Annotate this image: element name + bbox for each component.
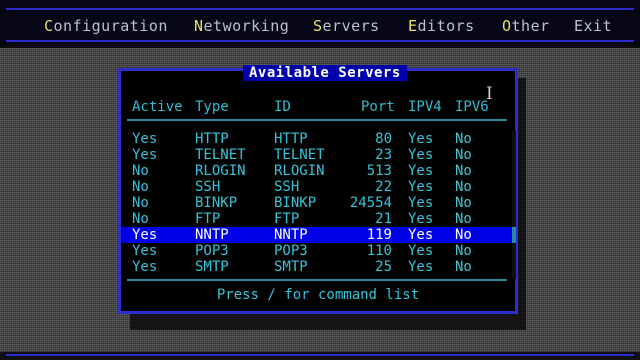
server-row-binkp[interactable]: No BINKP BINKP 24554 Yes No	[121, 195, 513, 211]
text-cursor-icon: I	[486, 84, 493, 104]
cell-port: 110	[366, 243, 392, 259]
cell-port: 513	[366, 163, 392, 179]
menu-label: Exit	[574, 17, 613, 35]
cell-type: SSH	[195, 179, 221, 195]
cell-id: SMTP	[274, 259, 308, 275]
cell-type: RLOGIN	[195, 163, 246, 179]
column-header-ipv4: IPV4	[408, 99, 442, 115]
bottom-rule	[0, 352, 640, 360]
cell-ipv6: No	[455, 259, 472, 275]
cell-id: FTP	[274, 211, 300, 227]
cell-port: 80	[375, 131, 392, 147]
scrollbar-thumb[interactable]	[512, 227, 516, 243]
cell-ipv6: No	[455, 195, 472, 211]
cell-active: No	[132, 211, 149, 227]
server-row-http[interactable]: Yes HTTP HTTP 80 Yes No	[121, 131, 513, 147]
cell-ipv4: Yes	[408, 259, 434, 275]
cell-id: HTTP	[274, 131, 308, 147]
cell-type: HTTP	[195, 131, 229, 147]
menu-other[interactable]: Other	[502, 17, 550, 35]
cell-ipv6: No	[455, 243, 472, 259]
cell-ipv4: Yes	[408, 131, 434, 147]
cell-type: POP3	[195, 243, 229, 259]
server-row-smtp[interactable]: Yes SMTP SMTP 25 Yes No	[121, 259, 513, 275]
server-row-telnet[interactable]: Yes TELNET TELNET 23 Yes No	[121, 147, 513, 163]
cell-ipv4: Yes	[408, 227, 434, 243]
cell-port: 23	[375, 147, 392, 163]
cell-ipv6: No	[455, 211, 472, 227]
cell-type: TELNET	[195, 147, 246, 163]
cell-ipv6: No	[455, 227, 472, 243]
cell-port: 25	[375, 259, 392, 275]
footer-separator	[127, 279, 507, 281]
dialog-title: Available Servers	[243, 65, 407, 81]
cell-type: NNTP	[195, 227, 229, 243]
cell-active: No	[132, 163, 149, 179]
cell-ipv4: Yes	[408, 243, 434, 259]
cell-ipv4: Yes	[408, 163, 434, 179]
cell-active: Yes	[132, 259, 158, 275]
cell-active: Yes	[132, 131, 158, 147]
cell-active: No	[132, 195, 149, 211]
cell-type: SMTP	[195, 259, 229, 275]
cell-active: No	[132, 179, 149, 195]
command-hint: Press / for command list	[216, 287, 420, 303]
cell-ipv4: Yes	[408, 147, 434, 163]
scrollbar-track[interactable]	[512, 131, 516, 279]
cell-id: NNTP	[274, 227, 308, 243]
menu-configuration[interactable]: Configuration	[44, 17, 168, 35]
server-row-ssh[interactable]: No SSH SSH 22 Yes No	[121, 179, 513, 195]
cell-id: RLOGIN	[274, 163, 325, 179]
cell-ipv6: No	[455, 163, 472, 179]
cell-id: POP3	[274, 243, 308, 259]
menu-label: onfiguration	[53, 17, 168, 35]
menu-hotkey: S	[313, 17, 323, 35]
server-row-rlogin[interactable]: No RLOGIN RLOGIN 513 Yes No	[121, 163, 513, 179]
column-header-port: Port	[361, 99, 395, 115]
cell-id: SSH	[274, 179, 300, 195]
cell-type: FTP	[195, 211, 221, 227]
menu-bar: Configuration Networking Servers Editors…	[0, 0, 640, 44]
cell-active: Yes	[132, 227, 158, 243]
menu-hotkey: N	[194, 17, 204, 35]
cell-port: 24554	[349, 195, 392, 211]
menu-label: ther	[511, 17, 550, 35]
cell-ipv4: Yes	[408, 195, 434, 211]
menu-exit[interactable]: Exit	[574, 17, 612, 35]
menu-hotkey: O	[502, 17, 512, 35]
cell-port: 22	[375, 179, 392, 195]
server-row-pop3[interactable]: Yes POP3 POP3 110 Yes No	[121, 243, 513, 259]
column-header-id: ID	[274, 99, 291, 115]
column-header-ipv6: IPV6	[455, 99, 489, 115]
cell-ipv6: No	[455, 147, 472, 163]
cell-active: Yes	[132, 243, 158, 259]
menu-label: etworking	[203, 17, 290, 35]
cell-port: 119	[366, 227, 392, 243]
cell-port: 21	[375, 211, 392, 227]
menu-label: ervers	[322, 17, 380, 35]
menu-hotkey: E	[408, 17, 418, 35]
menu-label: ditors	[417, 17, 475, 35]
cell-ipv6: No	[455, 131, 472, 147]
cell-ipv6: No	[455, 179, 472, 195]
cell-ipv4: Yes	[408, 179, 434, 195]
column-header-type: Type	[195, 99, 229, 115]
available-servers-dialog: Available Servers Active Type ID Port IP…	[118, 65, 518, 314]
server-row-ftp[interactable]: No FTP FTP 21 Yes No	[121, 211, 513, 227]
header-separator	[127, 119, 507, 121]
cell-ipv4: Yes	[408, 211, 434, 227]
menu-bottom-rule	[6, 40, 634, 42]
cell-type: BINKP	[195, 195, 238, 211]
server-row-nntp[interactable]: Yes NNTP NNTP 119 Yes No	[121, 227, 513, 243]
menu-networking[interactable]: Networking	[194, 17, 289, 35]
menu-hotkey: C	[44, 17, 54, 35]
cell-id: TELNET	[274, 147, 325, 163]
column-header-active: Active	[132, 99, 183, 115]
menu-top-rule	[6, 8, 634, 10]
cell-id: BINKP	[274, 195, 317, 211]
cell-active: Yes	[132, 147, 158, 163]
menu-servers[interactable]: Servers	[313, 17, 380, 35]
menu-editors[interactable]: Editors	[408, 17, 475, 35]
